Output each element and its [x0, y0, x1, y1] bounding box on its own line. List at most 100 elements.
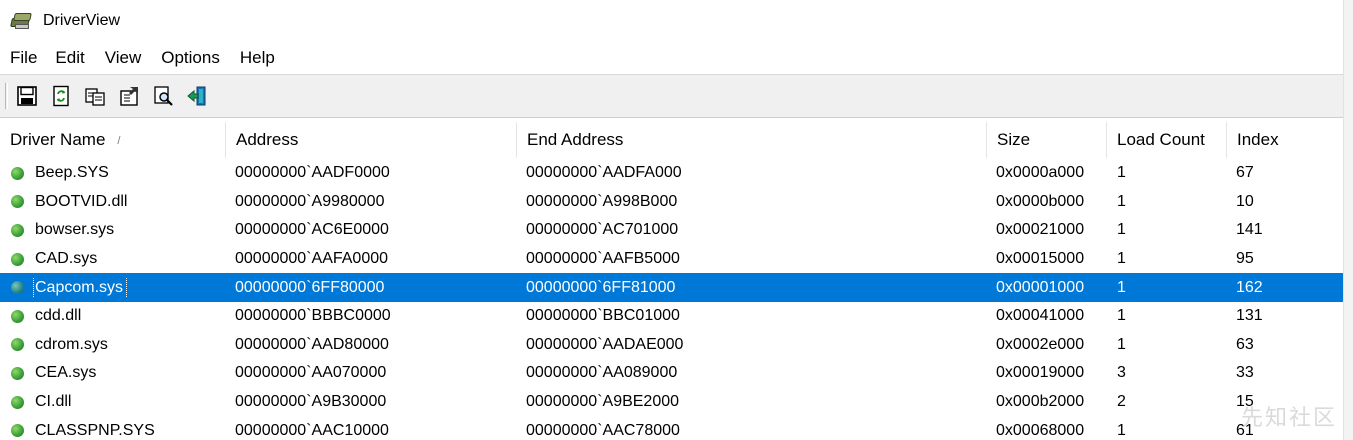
menu-help[interactable]: Help [230, 42, 285, 74]
driver-name-cell: cdd.dll [0, 306, 235, 326]
index-cell: 141 [1236, 221, 1263, 239]
address-cell: 00000000`AC6E0000 [235, 221, 389, 239]
column-header-driver-name[interactable]: Driver Name / [0, 122, 226, 158]
refresh-icon[interactable] [50, 85, 72, 107]
end-address-cell: 00000000`A998B000 [526, 192, 678, 210]
index-cell: 67 [1236, 164, 1254, 182]
driver-status-icon [11, 395, 24, 409]
driver-status-icon [11, 195, 24, 209]
end-address-cell: 00000000`BBC01000 [526, 307, 680, 325]
driver-name: cdrom.sys [35, 335, 108, 353]
end-address-cell: 00000000`AADAE000 [526, 335, 684, 353]
properties-icon[interactable] [118, 85, 140, 107]
driver-name-cell: bowser.sys [0, 220, 235, 240]
index-cell: 10 [1236, 192, 1254, 210]
driver-name-cell: CI.dll [0, 392, 235, 412]
table-row[interactable]: BOOTVID.dll 00000000`A9980000 00000000`A… [0, 188, 1343, 217]
driver-name: CLASSPNP.SYS [35, 421, 155, 439]
driver-name: Capcom.sys [32, 277, 128, 298]
index-cell: 95 [1236, 250, 1254, 268]
driver-name: bowser.sys [35, 221, 115, 239]
load-count-cell: 1 [1117, 192, 1126, 210]
load-count-cell: 2 [1117, 393, 1126, 411]
driver-rows: Beep.SYS 00000000`AADF0000 00000000`AADF… [0, 159, 1343, 440]
driver-name-cell: Capcom.sys [0, 277, 235, 298]
driver-status-icon [11, 223, 24, 237]
size-cell: 0x00019000 [996, 364, 1085, 382]
load-count-cell: 1 [1117, 164, 1126, 182]
table-row[interactable]: cdd.dll 00000000`BBBC0000 00000000`BBC01… [0, 302, 1343, 331]
table-row-selected[interactable]: Capcom.sys 00000000`6FF80000 00000000`6F… [0, 273, 1343, 302]
address-cell: 00000000`6FF80000 [235, 278, 385, 296]
driver-name-cell: cdrom.sys [0, 335, 235, 355]
menu-edit[interactable]: Edit [45, 42, 94, 74]
find-icon[interactable] [152, 85, 174, 107]
end-address-cell: 00000000`A9BE2000 [526, 393, 680, 411]
driver-name-cell: Beep.SYS [0, 163, 235, 183]
window-title: DriverView [43, 12, 121, 29]
exit-icon[interactable] [186, 85, 208, 107]
size-cell: 0x00015000 [996, 250, 1085, 268]
table-row[interactable]: Beep.SYS 00000000`AADF0000 00000000`AADF… [0, 159, 1343, 188]
driver-status-icon [11, 309, 24, 323]
end-address-cell: 00000000`AA089000 [526, 364, 678, 382]
driver-status-icon [11, 338, 24, 352]
size-cell: 0x00021000 [996, 221, 1085, 239]
copy-icon[interactable] [84, 85, 106, 107]
load-count-cell: 1 [1117, 335, 1126, 353]
column-header-row: Driver Name / Address End Address Size Lo… [0, 122, 1343, 158]
column-header-size[interactable]: Size [987, 122, 1107, 158]
driver-name-cell: CEA.sys [0, 363, 235, 383]
end-address-cell: 00000000`AC701000 [526, 221, 679, 239]
driver-status-icon [11, 281, 24, 295]
column-header-index[interactable]: Index [1227, 122, 1333, 158]
column-header-address[interactable]: Address [226, 122, 517, 158]
table-row[interactable]: CI.dll 00000000`A9B30000 00000000`A9BE20… [0, 388, 1343, 417]
load-count-cell: 1 [1117, 221, 1126, 239]
column-header-load-count[interactable]: Load Count [1107, 122, 1227, 158]
driver-status-icon [11, 252, 24, 266]
menu-view[interactable]: View [95, 42, 152, 74]
load-count-cell: 1 [1117, 421, 1126, 439]
driver-name-cell: BOOTVID.dll [0, 192, 235, 212]
load-count-cell: 3 [1117, 364, 1126, 382]
driver-name: Beep.SYS [35, 164, 109, 182]
vertical-scrollbar[interactable] [1343, 0, 1353, 440]
driver-name-cell: CAD.sys [0, 249, 235, 269]
menu-options[interactable]: Options [151, 42, 230, 74]
load-count-cell: 1 [1117, 278, 1126, 296]
address-cell: 00000000`AADF0000 [235, 164, 390, 182]
size-cell: 0x00041000 [996, 307, 1085, 325]
address-cell: 00000000`BBBC0000 [235, 307, 391, 325]
table-row[interactable]: bowser.sys 00000000`AC6E0000 00000000`AC… [0, 216, 1343, 245]
load-count-cell: 1 [1117, 307, 1126, 325]
table-row[interactable]: CLASSPNP.SYS 00000000`AAC10000 00000000`… [0, 416, 1343, 440]
driver-status-icon [11, 366, 24, 380]
toolbar [0, 74, 1343, 118]
end-address-cell: 00000000`6FF81000 [526, 278, 676, 296]
address-cell: 00000000`AAD80000 [235, 335, 389, 353]
save-icon[interactable] [16, 85, 38, 107]
driver-name: CI.dll [35, 393, 72, 411]
end-address-cell: 00000000`AADFA000 [526, 164, 682, 182]
size-cell: 0x0000b000 [996, 192, 1085, 210]
sort-indicator-icon: / [117, 135, 121, 147]
load-count-cell: 1 [1117, 250, 1126, 268]
menu-bar: File Edit View Options Help [0, 42, 1343, 74]
address-cell: 00000000`A9980000 [235, 192, 385, 210]
end-address-cell: 00000000`AAFB5000 [526, 250, 680, 268]
driver-name: CAD.sys [35, 250, 98, 268]
size-cell: 0x0002e000 [996, 335, 1085, 353]
menu-file[interactable]: File [0, 42, 45, 74]
table-row[interactable]: CEA.sys 00000000`AA070000 00000000`AA089… [0, 359, 1343, 388]
end-address-cell: 00000000`AAC78000 [526, 421, 680, 439]
index-cell: 63 [1236, 335, 1254, 353]
driver-list[interactable]: Driver Name / Address End Address Size Lo… [0, 118, 1343, 440]
table-row[interactable]: cdrom.sys 00000000`AAD80000 00000000`AAD… [0, 331, 1343, 360]
driverview-app-icon [10, 12, 33, 30]
table-row[interactable]: CAD.sys 00000000`AAFA0000 00000000`AAFB5… [0, 245, 1343, 274]
column-header-end-address[interactable]: End Address [517, 122, 987, 158]
size-cell: 0x000b2000 [996, 393, 1085, 411]
index-cell: 162 [1236, 278, 1263, 296]
title-bar: DriverView [0, 0, 1343, 42]
